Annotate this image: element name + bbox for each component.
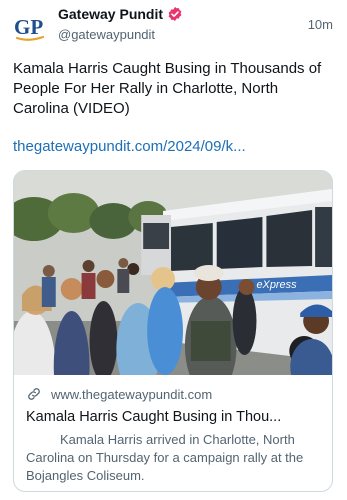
card-description: Kamala Harris arrived in Charlotte, Nort…: [26, 432, 304, 483]
post-link[interactable]: thegatewaypundit.com/2024/09/k...: [13, 137, 246, 157]
author-name-text: Gateway Pundit: [58, 6, 164, 22]
card-domain-text: www.thegatewaypundit.com: [51, 386, 213, 402]
avatar[interactable]: GP: [13, 10, 47, 44]
gateway-pundit-logo: GP: [14, 15, 45, 41]
card-meta: www.thegatewaypundit.com Kamala Harris C…: [14, 375, 332, 485]
verified-badge-icon: [168, 7, 182, 21]
author-name[interactable]: Gateway Pundit: [58, 6, 183, 22]
author-handle[interactable]: @gatewaypundit: [58, 27, 155, 42]
rally-crowd-bus-image: eXpress: [14, 171, 332, 375]
link-icon: [28, 388, 40, 400]
card-domain[interactable]: www.thegatewaypundit.com: [26, 385, 320, 403]
link-preview-card[interactable]: eXpress www.thegatewaypundit.com Kamala …: [13, 170, 333, 492]
bus-sign-text: eXpress: [256, 279, 297, 291]
post-timestamp[interactable]: 10m: [308, 17, 333, 32]
card-title[interactable]: Kamala Harris Caught Busing in Thou...: [26, 409, 320, 425]
svg-text:GP: GP: [14, 15, 43, 39]
post-card[interactable]: GP Gateway Pundit @gatewaypundit 10m Kam…: [0, 0, 347, 500]
post-text: Kamala Harris Caught Busing in Thousands…: [13, 60, 322, 117]
